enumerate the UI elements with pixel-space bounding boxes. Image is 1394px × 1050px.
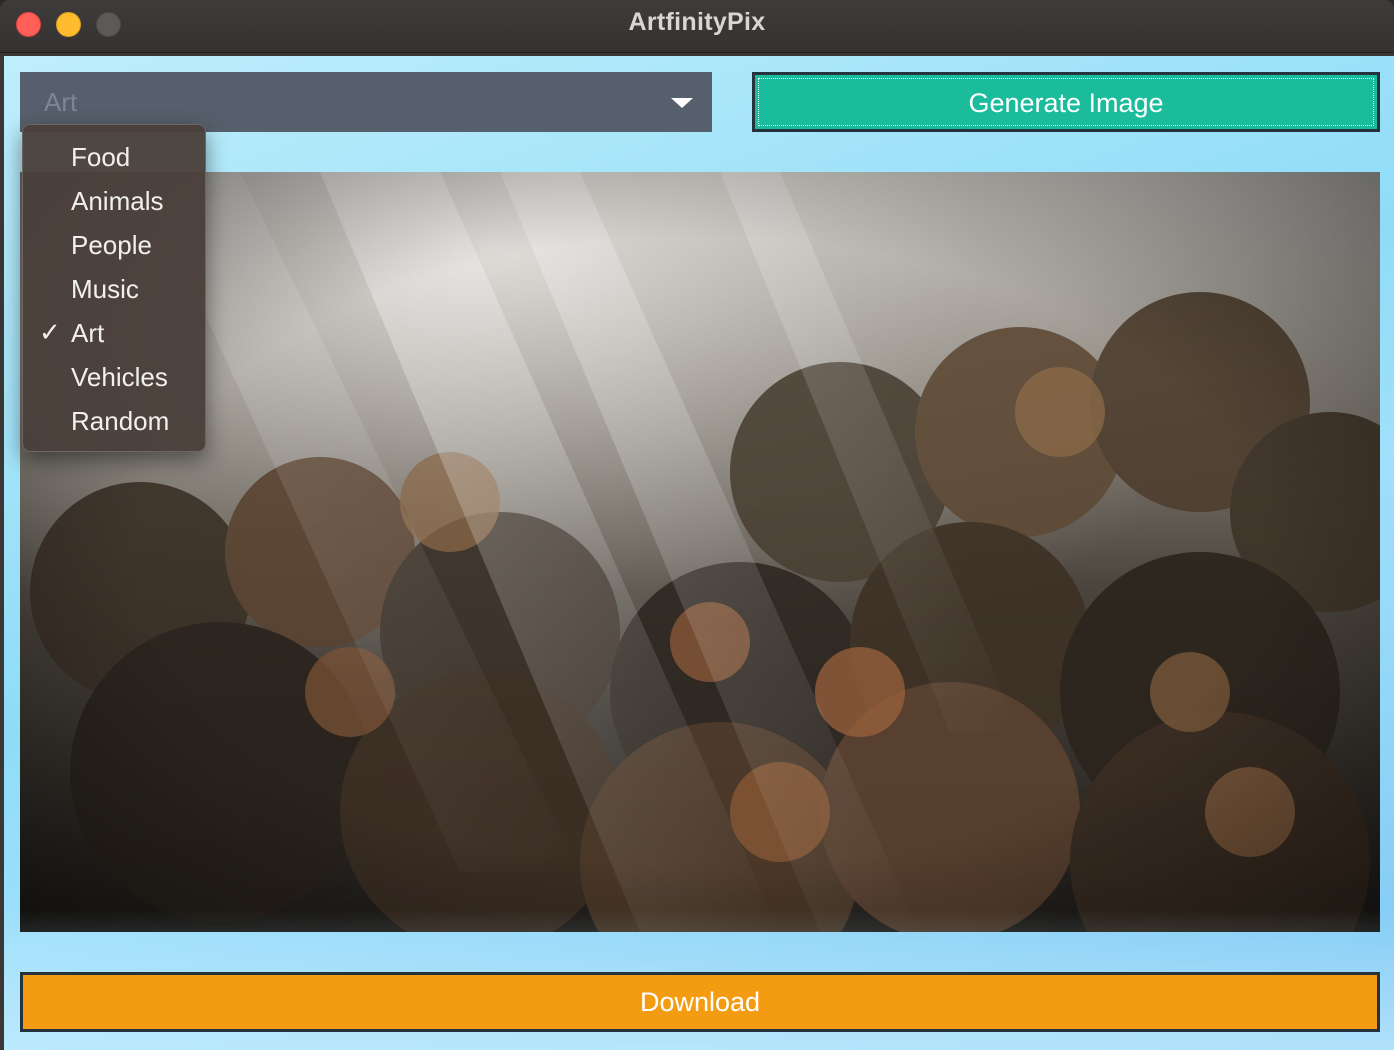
download-label: Download	[639, 987, 761, 1017]
app-window: ArtfinityPix Art Generate Image Download…	[0, 0, 1394, 1050]
menu-item-label: Random	[71, 406, 170, 436]
menu-item-music[interactable]: Music	[23, 267, 205, 311]
generate-image-button[interactable]: Generate Image	[752, 72, 1380, 132]
menu-item-label: Vehicles	[71, 362, 168, 392]
download-button[interactable]: Download	[20, 972, 1380, 1032]
menu-item-vehicles[interactable]: Vehicles	[23, 355, 205, 399]
main-content: Art Generate Image Download	[4, 56, 1394, 1050]
menu-item-label: Food	[71, 142, 131, 172]
menu-item-random[interactable]: Random	[23, 399, 205, 443]
category-dropdown-menu: Food Animals People Music ✓ Art Vehicles…	[22, 124, 206, 452]
menu-item-label: Animals	[71, 186, 164, 216]
menu-item-art[interactable]: ✓ Art	[23, 311, 205, 355]
category-select[interactable]: Art	[20, 72, 712, 132]
generate-image-label: Generate Image	[968, 88, 1164, 118]
title-bar[interactable]: ArtfinityPix	[0, 0, 1394, 53]
menu-item-people[interactable]: People	[23, 223, 205, 267]
category-select-value: Art	[44, 87, 78, 117]
menu-item-label: Music	[71, 274, 139, 304]
chevron-down-icon	[671, 98, 693, 108]
menu-item-label: People	[71, 230, 152, 260]
window-title: ArtfinityPix	[628, 8, 766, 36]
checkmark-icon: ✓	[39, 317, 61, 347]
menu-item-food[interactable]: Food	[23, 135, 205, 179]
generated-image	[20, 172, 1380, 932]
menu-item-label: Art	[71, 318, 105, 348]
forest-photo	[20, 172, 1380, 932]
menu-item-animals[interactable]: Animals	[23, 179, 205, 223]
